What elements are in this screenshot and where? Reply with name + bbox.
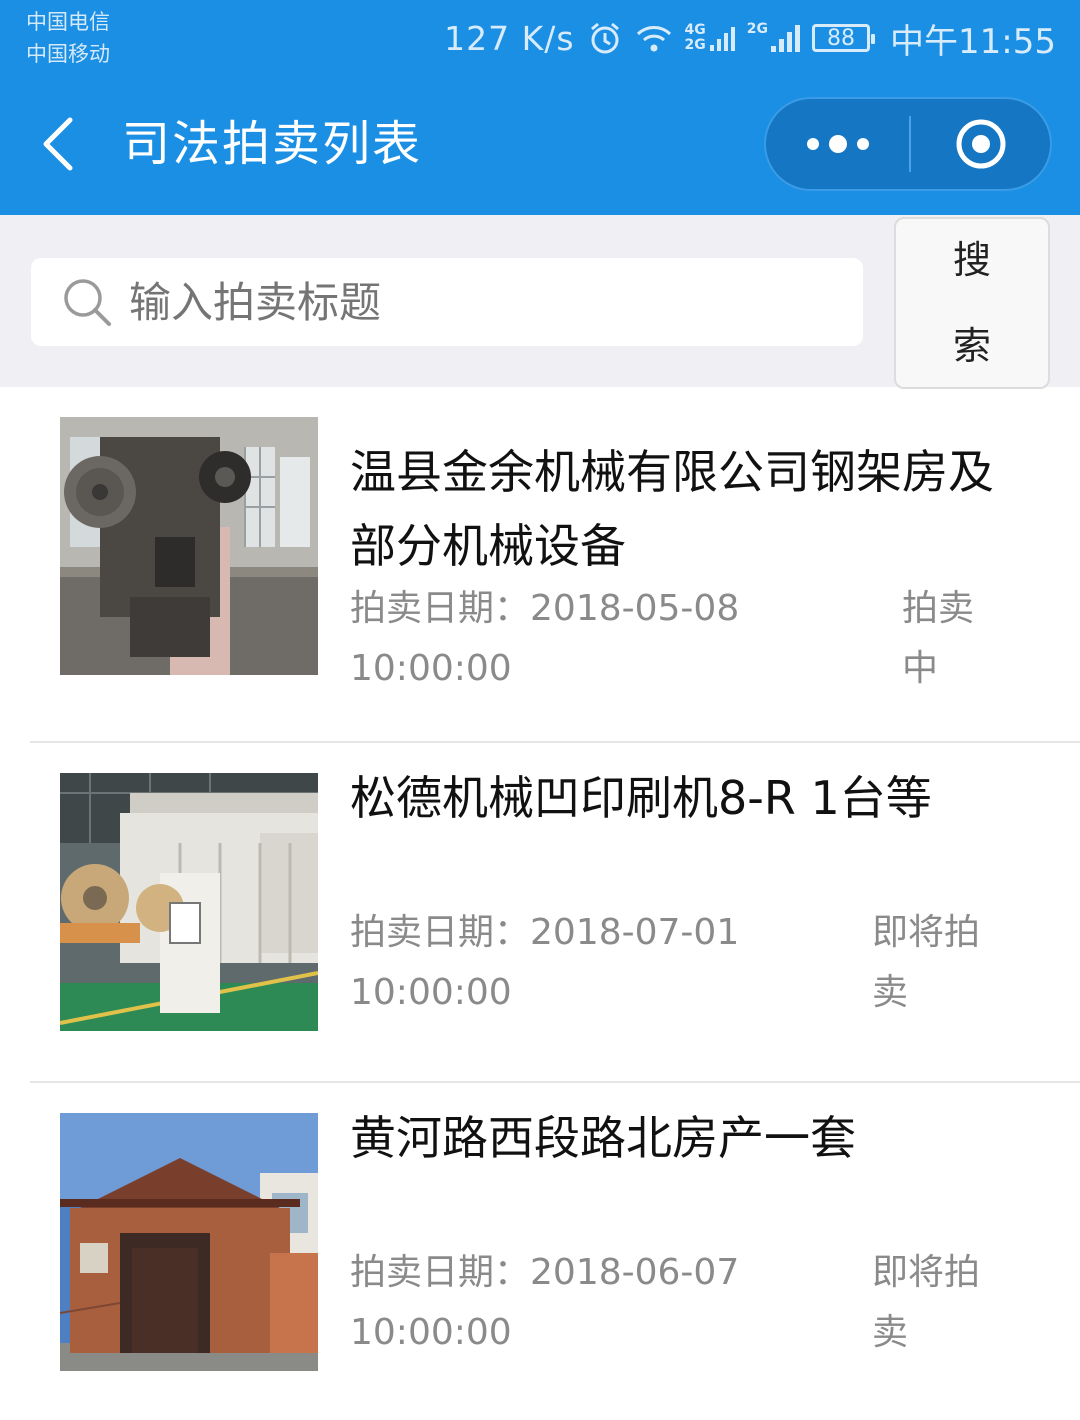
close-miniprogram-button[interactable] — [911, 99, 1050, 189]
miniprogram-capsule — [764, 97, 1052, 191]
auction-list: 温县金余机械有限公司钢架房及部分机械设备 拍卖日期：2018-05-08 10:… — [0, 387, 1080, 1420]
list-item[interactable]: 松德机械凹印刷机8-R 1台等 拍卖日期：2018-07-01 10:00:00… — [30, 743, 1080, 1083]
net-label-2g-second: 2G — [746, 21, 769, 37]
item-date-value: 2018-06-07 — [530, 1252, 740, 1293]
item-date-label: 拍卖日期： — [350, 588, 531, 629]
item-time-value: 10:00:00 — [350, 648, 512, 689]
item-date-label: 拍卖日期： — [350, 912, 531, 953]
clock: 中午11:55 — [890, 21, 1056, 62]
net-label-4g: 4G — [684, 22, 706, 38]
item-date: 拍卖日期：2018-05-08 10:00:00 — [350, 579, 770, 699]
item-status: 拍卖中 — [902, 588, 975, 689]
network-speed: 127 K/s — [444, 18, 575, 58]
item-date-value: 2018-07-01 — [530, 912, 740, 953]
item-image-house — [60, 1113, 318, 1371]
item-date: 拍卖日期：2018-07-01 10:00:00 — [350, 903, 770, 1023]
page-title: 司法拍卖列表 — [122, 116, 423, 172]
item-time-value: 10:00:00 — [350, 1312, 512, 1353]
battery-icon: 88 — [812, 24, 876, 52]
search-button-label: 搜索 — [952, 238, 991, 368]
more-dots-icon-dot — [806, 138, 819, 150]
nav-header: 中国电信 中国移动 127 K/s 4G 2G 2G 88 中午11:55 司法… — [0, 0, 1080, 215]
item-image-punch-press — [60, 417, 318, 675]
item-title: 温县金余机械有限公司钢架房及部分机械设备 — [350, 445, 994, 573]
item-title: 松德机械凹印刷机8-R 1台等 — [350, 771, 932, 825]
item-date: 拍卖日期：2018-06-07 10:00:00 — [350, 1243, 770, 1363]
signal-4g-icon: 4G 2G — [685, 23, 735, 53]
more-button[interactable] — [766, 99, 909, 189]
net-label-2g: 2G — [684, 37, 706, 53]
carrier-info: 中国电信 中国移动 — [26, 6, 110, 70]
search-icon — [64, 279, 111, 326]
carrier-1: 中国电信 — [26, 10, 110, 34]
battery-level: 88 — [827, 25, 856, 51]
item-time-value: 10:00:00 — [350, 972, 512, 1013]
item-image-printing-machine — [60, 773, 318, 1031]
alarm-icon — [587, 20, 623, 56]
list-item[interactable]: 温县金余机械有限公司钢架房及部分机械设备 拍卖日期：2018-05-08 10:… — [30, 387, 1080, 743]
more-dots-icon-dot — [828, 135, 847, 153]
signal-2g-icon: 2G — [746, 21, 801, 54]
search-box[interactable] — [31, 258, 863, 346]
list-item[interactable]: 黄河路西段路北房产一套 拍卖日期：2018-06-07 10:00:00 即将拍… — [30, 1083, 1080, 1420]
wifi-icon — [635, 22, 673, 54]
item-date-label: 拍卖日期： — [350, 1252, 531, 1293]
back-button[interactable] — [30, 112, 90, 176]
search-button[interactable]: 搜索 — [894, 217, 1050, 389]
item-status: 即将拍卖 — [872, 912, 981, 1013]
target-circle-icon — [956, 119, 1005, 169]
status-bar: 127 K/s 4G 2G 2G 88 中午11:55 — [444, 14, 1056, 62]
item-title: 黄河路西段路北房产一套 — [350, 1111, 856, 1165]
carrier-2: 中国移动 — [26, 42, 110, 66]
item-date-value: 2018-05-08 — [530, 588, 740, 629]
more-dots-icon-dot — [856, 138, 869, 150]
chevron-left-icon — [43, 117, 73, 171]
search-input[interactable] — [129, 277, 829, 327]
item-status: 即将拍卖 — [872, 1252, 981, 1353]
search-area: 搜索 — [0, 215, 1080, 389]
